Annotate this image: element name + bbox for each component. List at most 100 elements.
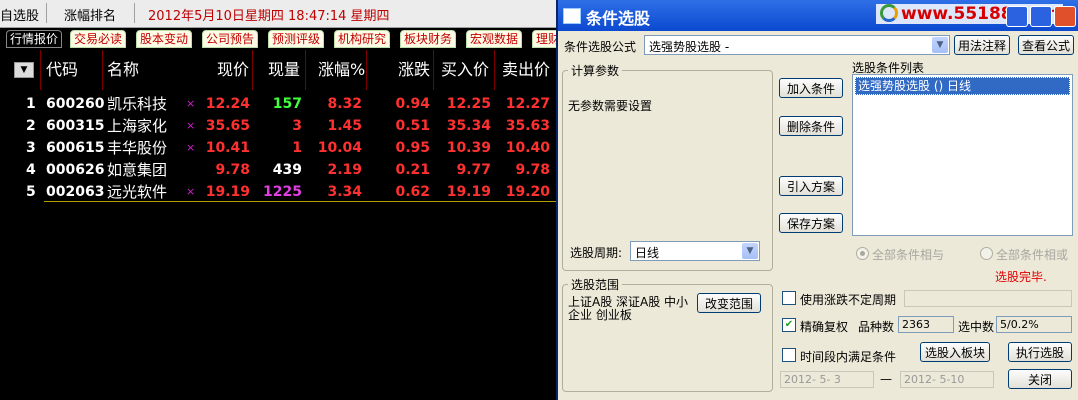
header-volume[interactable]: 现量 (268, 50, 300, 90)
variety-count-label: 品种数 (858, 320, 895, 334)
ask-price: 19.20 (505, 184, 550, 200)
column-divider (252, 50, 253, 90)
current-volume: 439 (272, 162, 302, 178)
save-plan-button[interactable]: 保存方案 (779, 213, 843, 233)
margin-mark: × (186, 119, 196, 132)
to-block-button[interactable]: 选股入板块 (920, 342, 990, 362)
ask-price: 10.40 (505, 140, 550, 156)
stock-code: 600315 (46, 118, 105, 134)
bid-price: 10.39 (446, 140, 491, 156)
bid-price: 19.19 (446, 184, 491, 200)
header-pct-change[interactable]: 涨幅% (318, 50, 365, 90)
usage-notes-button[interactable]: 用法注释 (954, 35, 1010, 55)
top-toolbar: 自选股 涨幅排名 2012年5月10日星期四 18:47:14 星期四 (0, 0, 556, 28)
column-divider (433, 50, 434, 90)
all-or-radio[interactable] (980, 247, 993, 260)
current-volume: 1225 (263, 184, 302, 200)
close-button[interactable]: 关闭 (1008, 369, 1072, 389)
logo-swirl-icon (880, 4, 898, 22)
all-and-radio[interactable] (856, 247, 869, 260)
formula-label: 条件选股公式 (564, 40, 637, 54)
pct-change: 3.34 (327, 184, 362, 200)
column-divider (40, 50, 41, 90)
tab-sector-finance[interactable]: 板块财务 (400, 30, 457, 48)
date-separator: — (880, 372, 892, 386)
pct-change: 1.45 (327, 118, 362, 134)
header-price[interactable]: 现价 (217, 50, 249, 90)
stock-name: 上海家化 (107, 117, 168, 135)
change-range-button[interactable]: 改变范围 (697, 293, 761, 313)
header-change[interactable]: 涨跌 (398, 50, 430, 90)
tab-finance[interactable]: 理财 (532, 30, 556, 48)
tab-share-changes[interactable]: 股本变动 (136, 30, 193, 48)
exact-adjust-checkbox[interactable]: ✔ (782, 318, 796, 332)
ask-price: 12.27 (505, 96, 550, 112)
minimize-icon[interactable] (1006, 6, 1028, 27)
tab-rating[interactable]: 预测评级 (268, 30, 325, 48)
window-icon (563, 8, 581, 24)
header-bid[interactable]: 买入价 (441, 50, 489, 90)
watchlist-tab[interactable]: 自选股 (0, 5, 39, 24)
selected-count-label: 选中数 (958, 320, 995, 334)
price-change: 0.21 (395, 162, 430, 178)
close-icon[interactable] (1054, 6, 1076, 27)
row-index: 3 (26, 140, 36, 156)
date-from-field[interactable]: 2012- 5- 3 (780, 371, 874, 388)
chevron-down-icon[interactable]: ▼ (742, 243, 758, 259)
toolbar-divider (46, 3, 47, 23)
header-code[interactable]: 代码 (46, 50, 78, 90)
variable-period-label: 使用涨跌不定周期 (800, 293, 897, 307)
period-label: 选股周期: (570, 246, 623, 260)
current-price: 19.19 (205, 184, 250, 200)
sort-dropdown-icon[interactable]: ▼ (14, 62, 34, 78)
ranking-tab[interactable]: 涨幅排名 (64, 5, 116, 24)
view-formula-button[interactable]: 查看公式 (1018, 35, 1074, 55)
period-select[interactable]: 日线 ▼ (630, 241, 760, 261)
price-change: 0.94 (395, 96, 430, 112)
condition-list[interactable]: 选强势股选股 () 日线 (852, 74, 1073, 236)
time-range-checkbox[interactable] (782, 348, 796, 362)
tab-company-forecast[interactable]: 公司预告 (202, 30, 259, 48)
header-name[interactable]: 名称 (107, 50, 139, 90)
row-index: 1 (26, 96, 36, 112)
ask-price: 35.63 (505, 118, 550, 134)
all-and-label: 全部条件相与 (872, 248, 945, 262)
column-divider (102, 50, 103, 90)
tab-quotes[interactable]: 行情报价 (6, 30, 63, 48)
execute-button[interactable]: 执行选股 (1008, 342, 1072, 362)
maximize-icon[interactable] (1030, 6, 1052, 27)
variable-period-checkbox[interactable] (782, 291, 796, 305)
selected-count-field: 5/0.2% (996, 316, 1072, 333)
formula-select[interactable]: 选强势股选股 - ▼ (644, 35, 950, 55)
stock-name: 丰华股份 (107, 139, 168, 157)
column-divider (494, 50, 495, 90)
tab-macro-data[interactable]: 宏观数据 (466, 30, 523, 48)
current-volume: 1 (292, 140, 302, 156)
list-item[interactable]: 选强势股选股 () 日线 (855, 77, 1070, 95)
header-ask[interactable]: 卖出价 (502, 50, 550, 90)
stock-code: 002063 (46, 184, 105, 200)
pct-change: 10.04 (317, 140, 362, 156)
toolbar-divider (134, 3, 135, 23)
current-price: 9.78 (215, 162, 250, 178)
bid-price: 9.77 (456, 162, 491, 178)
tab-trading-notes[interactable]: 交易必读 (70, 30, 127, 48)
tab-research[interactable]: 机构研究 (334, 30, 391, 48)
chevron-down-icon[interactable]: ▼ (932, 37, 948, 53)
exact-adjust-label: 精确复权 (800, 320, 849, 334)
price-change: 0.51 (395, 118, 430, 134)
row-index: 5 (26, 184, 36, 200)
pct-change: 2.19 (327, 162, 362, 178)
ask-price: 9.78 (515, 162, 550, 178)
price-change: 0.62 (395, 184, 430, 200)
date-to-field[interactable]: 2012- 5-10 (900, 371, 994, 388)
delete-condition-button[interactable]: 删除条件 (779, 116, 843, 136)
add-condition-button[interactable]: 加入条件 (779, 78, 843, 98)
bid-price: 12.25 (446, 96, 491, 112)
stock-code: 000626 (46, 162, 105, 178)
import-plan-button[interactable]: 引入方案 (779, 176, 843, 196)
range-text: 上证A股 深证A股 中小企业 创业板 (568, 295, 689, 322)
dialog-titlebar[interactable]: 条件选股 www.55188.com (558, 0, 1078, 31)
current-volume: 3 (292, 118, 302, 134)
period-field[interactable] (904, 290, 1072, 307)
